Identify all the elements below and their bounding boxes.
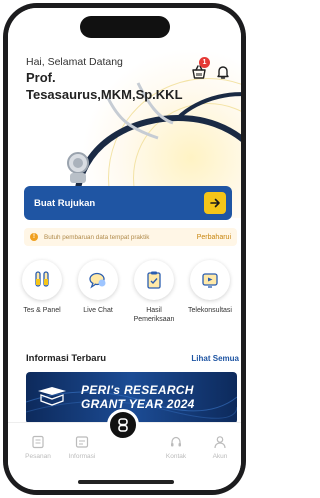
nav-label: Informasi xyxy=(68,453,96,460)
service-label: Telekonsultasi xyxy=(188,307,232,314)
bell-icon xyxy=(217,66,229,79)
cart-badge: 1 xyxy=(199,57,210,68)
clipboard-icon xyxy=(134,260,174,300)
service-label: Tes & Panel xyxy=(23,307,61,314)
create-referral-button[interactable]: Buat Rujukan xyxy=(24,186,232,220)
nav-account[interactable]: Akun xyxy=(198,435,241,460)
update-link[interactable]: Perbaharui xyxy=(197,234,231,241)
app-screen: Hai, Selamat Datang Prof. Tesasaurus,MKM… xyxy=(8,8,241,490)
account-icon xyxy=(214,436,226,449)
video-call-icon xyxy=(190,260,230,300)
arrow-right-icon xyxy=(204,192,226,214)
service-live-chat[interactable]: Live Chat xyxy=(70,260,126,324)
test-tube-icon xyxy=(22,260,62,300)
see-all-link[interactable]: Lihat Semua xyxy=(191,354,239,363)
latest-info-title: Informasi Terbaru xyxy=(26,353,107,364)
nav-label: Akun xyxy=(212,453,228,460)
cart-button[interactable]: 1 xyxy=(191,57,210,80)
greeting-text: Hai, Selamat Datang xyxy=(26,56,123,68)
phone-frame: Hai, Selamat Datang Prof. Tesasaurus,MKM… xyxy=(3,3,246,495)
dynamic-island xyxy=(80,16,170,38)
doctor-name: Prof. Tesasaurus,MKM,Sp.KKL xyxy=(26,70,183,102)
orders-icon xyxy=(32,435,44,449)
home-indicator xyxy=(78,480,174,484)
nav-information[interactable]: Informasi xyxy=(60,435,104,460)
nav-label: Pesanan xyxy=(25,453,51,460)
services-row: Tes & Panel Live Chat Hasil Pemeriksaan … xyxy=(14,260,238,324)
nav-orders[interactable]: Pesanan xyxy=(16,435,60,460)
service-tests-panel[interactable]: Tes & Panel xyxy=(14,260,70,324)
nav-label: Kontak xyxy=(165,453,187,460)
notification-button[interactable] xyxy=(215,64,231,80)
update-notice: ! Butuh pembaruan data tempat praktik Pe… xyxy=(24,228,237,246)
nav-contact[interactable]: Kontak xyxy=(154,435,198,460)
notice-text: Butuh pembaruan data tempat praktik xyxy=(44,233,150,241)
warning-icon: ! xyxy=(30,233,38,241)
contact-icon xyxy=(171,436,181,447)
info-icon xyxy=(75,436,89,448)
service-label: Live Chat xyxy=(83,307,113,314)
book-icon xyxy=(38,387,66,406)
service-exam-results[interactable]: Hasil Pemeriksaan xyxy=(126,260,182,324)
service-teleconsultation[interactable]: Telekonsultasi xyxy=(182,260,238,324)
bottom-navigation: Pesanan Informasi Kontak Akun xyxy=(8,409,241,490)
chat-icon xyxy=(78,260,118,300)
service-label: Hasil Pemeriksaan xyxy=(133,307,175,323)
referral-label: Buat Rujukan xyxy=(34,197,96,209)
app-logo-icon xyxy=(118,418,128,432)
center-action-button[interactable] xyxy=(107,409,139,441)
banner-text: PERI's RESEARCH GRANT YEAR 2024 xyxy=(81,383,195,411)
